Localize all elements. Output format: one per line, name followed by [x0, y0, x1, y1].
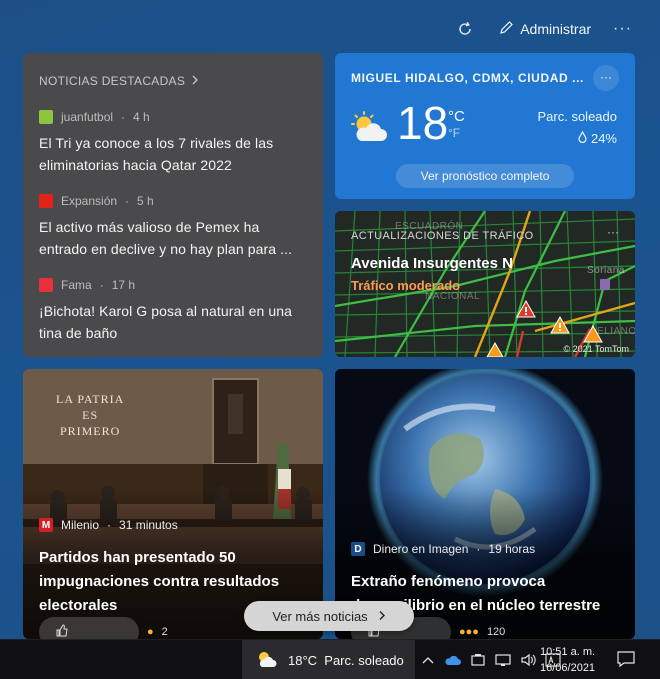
chevron-right-icon	[378, 609, 386, 624]
shopping-bag-icon	[600, 279, 610, 290]
weather-temperature: 18	[397, 97, 449, 149]
milenio-logo-icon: M	[39, 518, 53, 532]
precipitation: 24%	[578, 130, 617, 146]
chevron-right-icon	[191, 74, 199, 88]
unit-fahrenheit[interactable]: °F	[448, 125, 465, 142]
story-source-name: Dinero en Imagen	[373, 542, 469, 556]
news-headline: ¡Bichota! Karol G posa al natural en una…	[39, 303, 293, 341]
news-item[interactable]: Fama · 17 h ¡Bichota! Karol G posa al na…	[39, 278, 309, 344]
partly-sunny-icon	[351, 111, 389, 150]
clock-time: 10:51 a. m.	[540, 646, 596, 658]
news-source: Expansión	[61, 194, 118, 208]
manage-button[interactable]: Administrar	[499, 20, 591, 38]
full-forecast-button[interactable]: Ver pronóstico completo	[396, 164, 574, 188]
see-more-news-label: Ver más noticias	[272, 608, 368, 624]
taskbar-clock[interactable]: 10:51 a. m. 16/06/2021	[540, 644, 595, 676]
precipitation-value: 24%	[590, 131, 617, 146]
story-source-name: Milenio	[61, 518, 100, 532]
story-card[interactable]: LA PATRIA ES PRIMERO M Milenio · 31 minu…	[23, 369, 323, 639]
reaction-count: 120	[486, 626, 506, 638]
weather-condition: Parc. soleado	[537, 109, 618, 124]
taskbar-weather-button[interactable]: 18°C Parc. soleado	[242, 640, 415, 679]
traffic-status: Tráfico moderado	[351, 278, 461, 293]
top-news-title: NOTICIAS DESTACADAS	[39, 74, 186, 88]
partly-sunny-icon	[256, 649, 278, 672]
widgets-toolbar: Administrar ···	[453, 14, 632, 44]
juanfutbol-logo-icon	[39, 110, 53, 124]
top-news-header[interactable]: NOTICIAS DESTACADAS	[39, 74, 199, 88]
news-source: Fama	[61, 278, 92, 292]
emoji-reactions-icon: ●	[147, 626, 154, 638]
usb-device-icon[interactable]	[470, 652, 486, 668]
taskbar-weather-text: 18°C Parc. soleado	[288, 652, 404, 668]
map-copyright: © 2021 TomTom	[563, 344, 630, 354]
expansion-logo-icon	[39, 194, 53, 208]
map-label: Soriana	[587, 265, 625, 276]
news-age: 4 h	[133, 110, 150, 124]
story-age: 31 minutos	[119, 518, 178, 532]
news-item[interactable]: Expansión · 5 h El activo más valioso de…	[39, 194, 309, 260]
manage-label: Administrar	[520, 21, 592, 37]
weather-card[interactable]: MIGUEL HIDALGO, CDMX, CIUDAD ... ··· 18 …	[335, 53, 635, 199]
story-age: 19 horas	[488, 542, 536, 556]
thumbs-up-icon	[55, 624, 68, 639]
notification-center-icon[interactable]	[616, 650, 638, 670]
news-headline: El Tri ya conoce a los 7 rivales de las …	[39, 135, 274, 173]
unit-celsius[interactable]: °C	[448, 108, 465, 125]
story-card[interactable]: D Dinero en Imagen · 19 horas Extraño fe…	[335, 369, 635, 639]
reaction-count: 2	[161, 626, 168, 638]
reaction-row: ● 2	[39, 617, 168, 639]
news-age: 17 h	[111, 278, 136, 292]
emoji-reactions-icon: ●●●	[459, 626, 479, 638]
news-item[interactable]: juanfutbol · 4 h El Tri ya conoce a los …	[39, 110, 309, 176]
top-news-card: NOTICIAS DESTACADAS juanfutbol · 4 h El …	[23, 53, 323, 357]
pencil-icon	[499, 20, 514, 38]
network-icon[interactable]	[495, 652, 511, 668]
story-source: D Dinero en Imagen · 19 horas	[351, 542, 535, 556]
news-age: 5 h	[137, 194, 154, 208]
weather-location: MIGUEL HIDALGO, CDMX, CIUDAD ...	[351, 71, 584, 85]
weather-more-icon[interactable]: ···	[593, 65, 619, 91]
taskbar: 18°C Parc. soleado 10:51 a. m. 16/06/202…	[0, 639, 660, 679]
onedrive-cloud-icon[interactable]	[445, 652, 461, 668]
unit-toggle[interactable]: °C °F	[448, 108, 465, 142]
volume-icon[interactable]	[520, 652, 536, 668]
more-options-icon[interactable]: ···	[613, 20, 632, 38]
refresh-icon[interactable]	[453, 17, 477, 41]
traffic-more-icon[interactable]: ···	[607, 225, 619, 239]
clock-date: 16/06/2021	[540, 662, 596, 674]
traffic-header: ACTUALIZACIONES DE TRÁFICO	[351, 230, 534, 242]
traffic-road: Avenida Insurgentes N	[351, 255, 513, 272]
wall-inscription: LA PATRIA ES PRIMERO	[56, 392, 125, 438]
like-button[interactable]	[39, 617, 139, 639]
raindrop-icon	[578, 130, 587, 146]
story-source: M Milenio · 31 minutos	[39, 518, 178, 532]
map-label: ELIANO	[597, 326, 635, 337]
traffic-card[interactable]: ESCUADRÓN NACIONAL ELIANO Soriana ACTUAL…	[335, 211, 635, 357]
news-headline: El activo más valioso de Pemex ha entrad…	[39, 219, 293, 257]
chevron-up-icon[interactable]	[420, 652, 436, 668]
news-source: juanfutbol	[61, 110, 114, 124]
dinero-en-imagen-logo-icon: D	[351, 542, 365, 556]
fama-logo-icon	[39, 278, 53, 292]
see-more-news-button[interactable]: Ver más noticias	[244, 601, 414, 631]
